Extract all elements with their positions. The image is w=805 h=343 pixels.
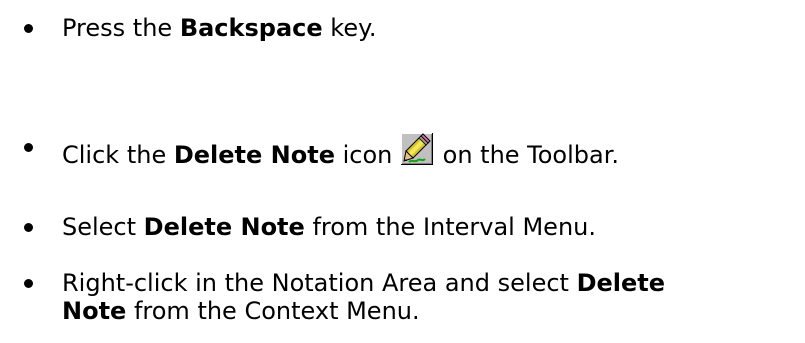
bullet-dot	[24, 279, 33, 288]
bullet-text-pre: Select	[62, 213, 144, 241]
bullet-text-bold: Backspace	[179, 14, 323, 42]
bullet-item-context-menu: Right-click in the Notation Area and sel…	[24, 269, 795, 325]
bullet-text-bold-continued: Note	[62, 297, 127, 325]
bullet-text-pre: Press the	[62, 14, 180, 42]
bullet-text-post: key.	[322, 14, 377, 42]
bullet-item-backspace: Press the Backspace key.	[24, 14, 795, 42]
bullet-text-post: on the Toolbar.	[435, 141, 620, 169]
bullet-text-bold: Delete Note	[173, 141, 335, 169]
bullet-dot	[24, 24, 33, 33]
bullet-text-pre: Right-click in the Notation Area and sel…	[62, 269, 577, 297]
bullet-item-interval-menu: Select Delete Note from the Interval Men…	[24, 213, 795, 241]
bullet-text-pre: Click the	[62, 141, 174, 169]
bullet-dot	[24, 143, 33, 152]
bullet-text-post: from the Interval Menu.	[304, 213, 596, 241]
delete-note-pencil-icon	[401, 133, 433, 165]
bullet-dot	[24, 223, 33, 232]
bullet-item-delete-note-icon: Click the Delete Note icon on the Toolba…	[24, 133, 795, 169]
bullet-text-bold: Delete	[576, 269, 666, 297]
bullet-text-post: from the Context Menu.	[126, 297, 420, 325]
bullet-text-bold: Delete Note	[143, 213, 305, 241]
bullet-text-mid: icon	[334, 141, 400, 169]
